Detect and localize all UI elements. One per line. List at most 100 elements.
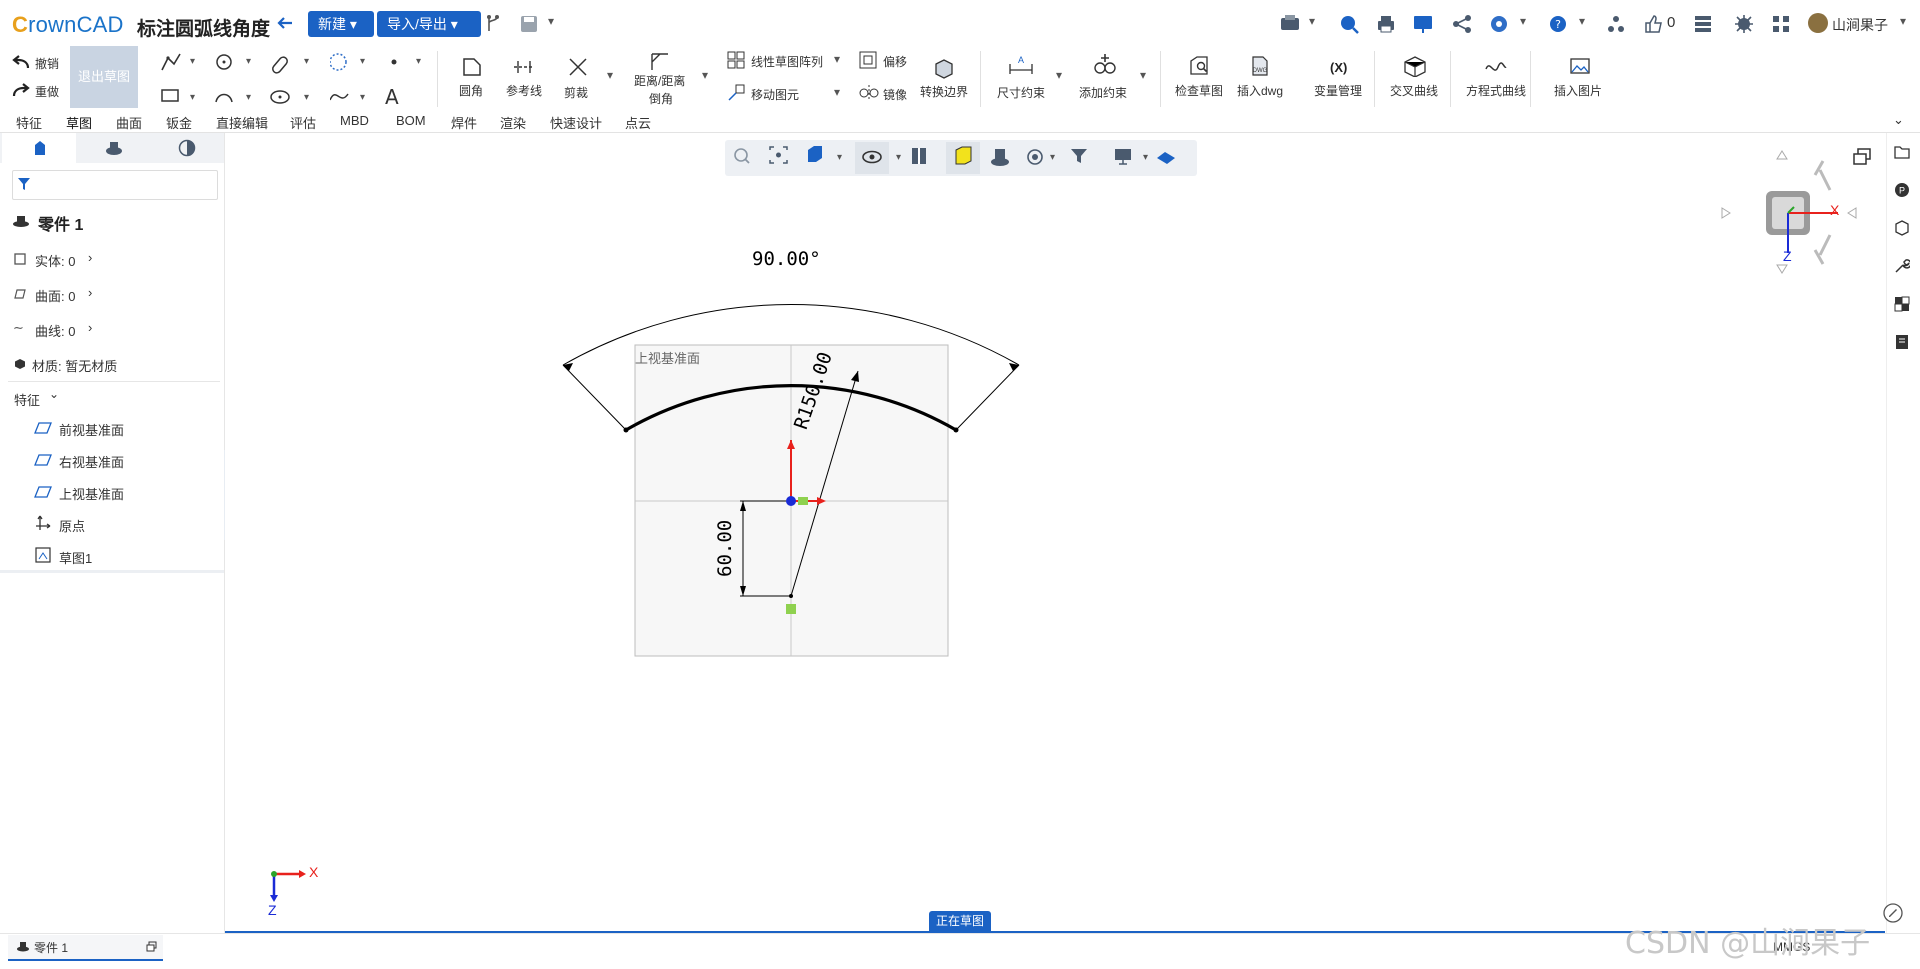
view-tools-icons[interactable]: ▾ ▾ ▾ ▾ [725,140,1197,176]
distance-chamfer-button[interactable]: 距离/距离 [634,72,685,89]
chevron-right-icon[interactable]: › [88,320,92,335]
trim-button[interactable]: 剪裁 [564,84,588,101]
tab-mbd[interactable]: MBD [340,113,369,128]
sketch-entity-tools-2[interactable]: ▾ ▾ ▾ A [330,50,430,106]
help-icon[interactable]: ? [1547,13,1569,35]
user-name[interactable]: 山涧果子 [1832,15,1888,35]
tab-features[interactable]: 特征 [16,113,42,132]
new-button[interactable]: 新建 ▾ [308,11,374,37]
intersection-curve-button[interactable]: 交叉曲线 [1390,82,1438,99]
tab-point-cloud[interactable]: 点云 [625,113,651,132]
angle-dimension-label[interactable]: 90.00° [752,248,821,270]
restore-icon[interactable] [146,941,157,952]
tree-solid-bodies[interactable]: 实体: 0 [35,251,75,270]
equation-curve-button[interactable]: 方程式曲线 [1466,82,1526,99]
exit-sketch-button[interactable]: 退出草图 [70,46,138,108]
share-icon[interactable] [1451,13,1473,35]
tab-render[interactable]: 渲染 [500,113,526,132]
tab-direct-edit[interactable]: 直接编辑 [216,113,268,132]
mirror-button[interactable]: 镜像 [883,86,907,103]
tab-appearance[interactable] [150,133,224,163]
tree-filter-input[interactable] [12,170,218,200]
redo-button[interactable]: 重做 [35,83,59,100]
insert-image-button[interactable]: 插入图片 [1554,82,1602,99]
offset-button[interactable]: 偏移 [883,53,907,70]
tab-bom[interactable]: BOM [396,113,426,128]
chevron-down-icon[interactable]: ▾ [1579,14,1585,28]
tab-property[interactable] [77,133,151,163]
chevron-down-icon[interactable]: ▾ [607,68,613,82]
save-dropdown-icon[interactable]: ▾ [548,14,554,28]
move-entity-button[interactable]: 移动图元 [751,86,799,103]
tab-surface[interactable]: 曲面 [116,113,142,132]
branch-icon[interactable] [482,13,504,35]
fillet-button[interactable]: 圆角 [459,82,483,99]
feedback-icon[interactable] [1883,903,1903,923]
convert-edge-button[interactable]: 转换边界 [920,83,968,100]
appearance-display-icon [991,149,1009,166]
bug-icon[interactable] [1733,13,1755,35]
part-document-tab[interactable]: 零件 1 [8,935,163,961]
settings-icon[interactable] [1488,13,1510,35]
palette-icon[interactable] [1894,296,1910,312]
tree-origin[interactable]: 原点 [59,516,85,535]
chevron-right-icon[interactable]: › [88,285,92,300]
sketch-canvas[interactable] [540,235,1060,675]
reference-line-button[interactable]: 参考线 [506,82,542,99]
chevron-down-icon[interactable]: ▾ [834,52,840,66]
back-icon[interactable] [274,12,296,34]
chevron-right-icon[interactable]: › [88,250,92,265]
tree-right-plane[interactable]: 右视基准面 [59,452,124,471]
check-sketch-button[interactable]: 检查草图 [1175,82,1223,99]
vertical-dimension-label[interactable]: 60.00 [714,520,736,577]
chevron-down-icon[interactable]: ▾ [1140,68,1146,82]
print-icon[interactable] [1375,13,1397,35]
tree-surface-bodies[interactable]: 曲面: 0 [35,286,75,305]
print-preview-icon[interactable] [1279,13,1301,35]
tab-feature-tree[interactable] [2,133,76,163]
chevron-down-icon[interactable]: ▾ [1520,14,1526,28]
wrench-icon[interactable] [1894,258,1910,274]
insert-dwg-button[interactable]: 插入dwg [1237,82,1283,99]
avatar[interactable] [1808,13,1828,33]
undo-button[interactable]: 撤销 [35,55,59,72]
dimension-button[interactable]: 尺寸约束 [997,84,1045,101]
chevron-down-icon[interactable]: ▾ [702,68,708,82]
variable-manager-button[interactable]: 变量管理 [1314,82,1362,99]
tree-curves[interactable]: 曲线: 0 [35,321,75,340]
chevron-down-icon[interactable]: ⌄ [49,387,59,401]
layers-icon[interactable] [1692,13,1714,35]
tree-material[interactable]: 材质: 暂无材质 [32,356,117,375]
sketch-entity-tools[interactable]: ▾ ▾ ▾ ▾ ▾ ▾ [158,50,338,106]
chevron-down-icon[interactable]: ▾ [1056,68,1062,82]
library-icon[interactable] [1894,334,1910,350]
redo-icon [12,83,30,97]
tab-sketch[interactable]: 草图 [66,113,92,132]
model-icon[interactable] [1894,220,1910,236]
linear-pattern-button[interactable]: 线性草图阵列 [751,53,823,70]
folder-icon[interactable] [1894,144,1910,160]
restore-window-icon[interactable] [1852,148,1872,166]
tab-evaluate[interactable]: 评估 [290,113,316,132]
tree-front-plane[interactable]: 前视基准面 [59,420,124,439]
tree-top-plane[interactable]: 上视基准面 [59,484,124,503]
network-icon[interactable] [1770,13,1792,35]
tab-weldments[interactable]: 焊件 [451,113,477,132]
like-icon[interactable] [1643,13,1665,35]
chevron-down-icon[interactable]: ▾ [834,85,840,99]
tree-icon[interactable] [1605,13,1627,35]
tree-part-node[interactable]: 零件 1 [38,211,83,235]
ribbon-collapse-icon[interactable]: ⌄ [1893,112,1904,128]
tab-quick-design[interactable]: 快速设计 [550,113,602,132]
features-header[interactable]: 特征 [14,390,40,409]
present-icon[interactable] [1412,13,1434,35]
search-icon[interactable] [1338,13,1360,35]
tree-sketch1[interactable]: 草图1 [59,548,92,567]
tab-sheet-metal[interactable]: 钣金 [166,113,192,132]
save-icon[interactable] [518,13,540,35]
parameter-icon[interactable]: P [1894,182,1910,198]
import-export-button[interactable]: 导入/导出 ▾ [377,11,481,37]
add-constraint-button[interactable]: 添加约束 [1079,84,1127,101]
chevron-down-icon[interactable]: ▾ [1900,14,1906,28]
chevron-down-icon[interactable]: ▾ [1309,14,1315,28]
